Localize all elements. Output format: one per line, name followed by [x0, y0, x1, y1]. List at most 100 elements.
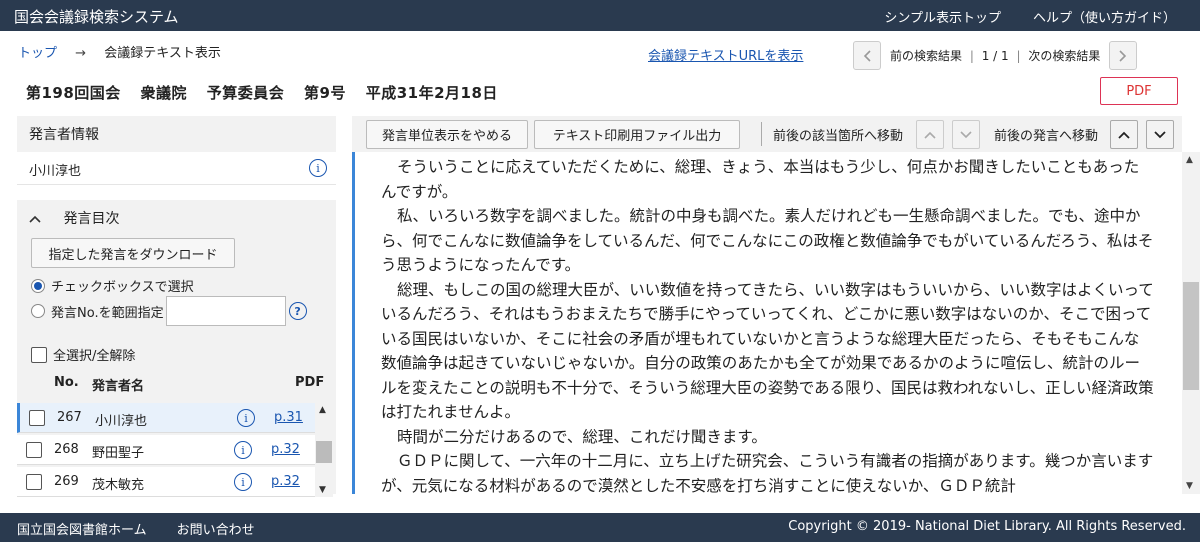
scroll-up-icon[interactable]: ▲	[319, 405, 326, 415]
prev-result-button[interactable]	[853, 41, 881, 70]
help-icon[interactable]: ?	[288, 302, 307, 320]
info-icon[interactable]: i	[234, 441, 252, 459]
table-row[interactable]: 268 野田聖子 i p.32	[17, 435, 315, 465]
table-row[interactable]: 267 小川淳也 i p.31	[17, 403, 315, 433]
meeting-house: 衆議院	[140, 84, 188, 102]
meeting-session: 第198回国会	[26, 84, 121, 102]
pdf-button[interactable]: PDF	[1100, 77, 1178, 105]
next-hit-button[interactable]	[952, 120, 980, 149]
left-panel: 発言者情報 小川淳也 i 発言目次 指定した発言をダウンロード チェックボックス…	[17, 116, 336, 497]
meeting-date: 平成31年2月18日	[365, 84, 498, 102]
toc-column-headers: No. 発言者名 PDF	[17, 371, 336, 395]
nav-speech-label: 前後の発言へ移動	[994, 129, 1099, 144]
table-row[interactable]: 269 茂木敏充 i p.32	[17, 467, 315, 497]
collapse-toc-button[interactable]	[29, 211, 41, 227]
header-nav: シンプル表示トップ ヘルプ（使い方ガイド）	[884, 7, 1176, 26]
contact-link[interactable]: お問い合わせ	[177, 519, 255, 538]
speech-paragraph: 私、いろいろ数字を調べました。統計の中身も調べた。素人だけれども一生懸命調べまし…	[381, 207, 1154, 274]
chevron-up-icon	[29, 215, 41, 223]
prev-speech-button[interactable]	[1110, 120, 1138, 149]
radio-range-select[interactable]	[31, 304, 45, 318]
check-all-checkbox[interactable]	[31, 346, 47, 363]
scroll-thumb[interactable]	[1183, 282, 1199, 390]
chevron-down-icon	[960, 130, 972, 138]
stop-unit-display-button[interactable]: 発言単位表示をやめる	[366, 120, 528, 149]
speaker-info-row: 小川淳也 i	[17, 152, 336, 185]
check-all-row: 全選択/全解除	[31, 345, 135, 364]
search-result-pager: 前の検索結果 | 1 / 1 | 次の検索結果	[853, 41, 1138, 70]
meeting-number: 第9号	[304, 84, 346, 102]
speech-paragraphs: そういうことに応えていただくために、総理、きょう、本当はもう少し、何点かお聞きし…	[355, 152, 1182, 494]
row-speaker[interactable]: 小川淳也	[95, 410, 147, 429]
speech-paragraph: そういうことに応えていただくために、総理、きょう、本当はもう少し、何点かお聞きし…	[381, 158, 1140, 201]
breadcrumb-arrow: →	[75, 46, 87, 61]
row-pdf-link[interactable]: p.32	[271, 474, 300, 489]
panel-gap	[17, 185, 336, 200]
breadcrumb: トップ → 会議録テキスト表示	[18, 42, 221, 61]
radio-checkbox-select-row: チェックボックスで選択	[31, 276, 194, 295]
scroll-down-icon[interactable]: ▼	[319, 485, 326, 495]
app-title[interactable]: 国会会議録検索システム	[14, 6, 179, 27]
download-selected-button[interactable]: 指定した発言をダウンロード	[31, 238, 235, 268]
scroll-up-icon[interactable]: ▲	[1186, 155, 1193, 165]
show-url-link[interactable]: 会議録テキストURLを表示	[648, 45, 803, 64]
prev-hit-button[interactable]	[916, 120, 944, 149]
text-toolbar: 発言単位表示をやめる テキスト印刷用ファイル出力 前後の該当箇所へ移動 前後の発…	[352, 116, 1182, 152]
col-speaker: 発言者名	[92, 379, 145, 394]
row-speaker[interactable]: 野田聖子	[92, 442, 144, 461]
range-input[interactable]	[165, 296, 286, 326]
meeting-committee: 予算委員会	[206, 84, 285, 102]
pager-separator: |	[969, 49, 974, 63]
col-no: No.	[54, 375, 79, 390]
toolbar-divider	[761, 122, 762, 146]
toc-rows: 267 小川淳也 i p.31 268 野田聖子 i p.32 269 茂木敏充…	[17, 403, 315, 497]
row-checkbox[interactable]	[29, 410, 45, 426]
scroll-down-icon[interactable]: ▼	[1186, 481, 1193, 491]
breadcrumb-bar: トップ → 会議録テキスト表示 会議録テキストURLを表示 前の検索結果 | 1…	[0, 31, 1200, 77]
chevron-down-icon	[1154, 130, 1166, 138]
help-link[interactable]: ヘルプ（使い方ガイド）	[1033, 7, 1176, 26]
row-no: 267	[57, 410, 82, 425]
radio-checkbox-select-label: チェックボックスで選択	[51, 280, 194, 295]
text-scrollbar[interactable]: ▲ ▼	[1182, 152, 1200, 494]
meeting-title: 第198回国会 衆議院 予算委員会 第9号 平成31年2月18日	[26, 82, 512, 103]
radio-checkbox-select[interactable]	[31, 278, 45, 293]
speech-paragraph: ＧＤＰに関して、一六年の十二月に、立ち上げた研究会、こういう有識者の指摘がありま…	[381, 452, 1154, 494]
pager-separator: |	[1016, 49, 1021, 63]
simple-top-link[interactable]: シンプル表示トップ	[884, 7, 1001, 26]
ndl-home-link[interactable]: 国立国会図書館ホーム	[17, 519, 147, 538]
prev-result-label: 前の検索結果	[890, 49, 963, 63]
pager-text: 前の検索結果 | 1 / 1 | 次の検索結果	[890, 47, 1100, 64]
next-result-button[interactable]	[1109, 41, 1138, 70]
toc-scrollbar[interactable]: ▲ ▼	[315, 403, 333, 497]
info-icon[interactable]: i	[309, 159, 327, 177]
row-pdf-link[interactable]: p.32	[271, 442, 300, 457]
toc-heading: 発言目次	[63, 211, 120, 227]
toc-heading-bar: 発言目次	[17, 200, 336, 234]
print-file-output-button[interactable]: テキスト印刷用ファイル出力	[534, 120, 740, 149]
footer-links: 国立国会図書館ホーム お問い合わせ	[17, 519, 255, 538]
scroll-thumb[interactable]	[316, 441, 332, 463]
info-icon[interactable]: i	[237, 409, 255, 427]
speech-text-area[interactable]: そういうことに応えていただくために、総理、きょう、本当はもう少し、何点かお聞きし…	[352, 152, 1182, 494]
row-checkbox[interactable]	[26, 474, 42, 490]
chevron-left-icon	[863, 49, 871, 62]
next-speech-button[interactable]	[1146, 120, 1174, 149]
next-result-label: 次の検索結果	[1028, 49, 1101, 63]
row-speaker[interactable]: 茂木敏充	[92, 474, 144, 493]
speaker-name: 小川淳也	[29, 164, 82, 179]
copyright: Copyright © 2019- National Diet Library.…	[788, 519, 1186, 534]
footer: 国立国会図書館ホーム お問い合わせ Copyright © 2019- Nati…	[0, 513, 1200, 542]
speaker-info-heading: 発言者情報	[17, 116, 336, 152]
row-pdf-link[interactable]: p.31	[274, 410, 303, 425]
row-checkbox[interactable]	[26, 442, 42, 458]
nav-hit-label: 前後の該当箇所へ移動	[773, 129, 904, 144]
chevron-up-icon	[924, 131, 936, 139]
info-icon[interactable]: i	[234, 473, 252, 491]
top-header: 国会会議録検索システム シンプル表示トップ ヘルプ（使い方ガイド）	[0, 0, 1200, 31]
radio-range-select-label: 発言No.を範囲指定	[51, 305, 164, 321]
check-all-label: 全選択/全解除	[53, 349, 136, 364]
speech-paragraph: 総理、もしこの国の総理大臣が、いい数値を持ってきたら、いい数字はもういいから、い…	[381, 280, 1154, 422]
col-pdf: PDF	[295, 375, 325, 390]
breadcrumb-top-link[interactable]: トップ	[18, 46, 57, 61]
